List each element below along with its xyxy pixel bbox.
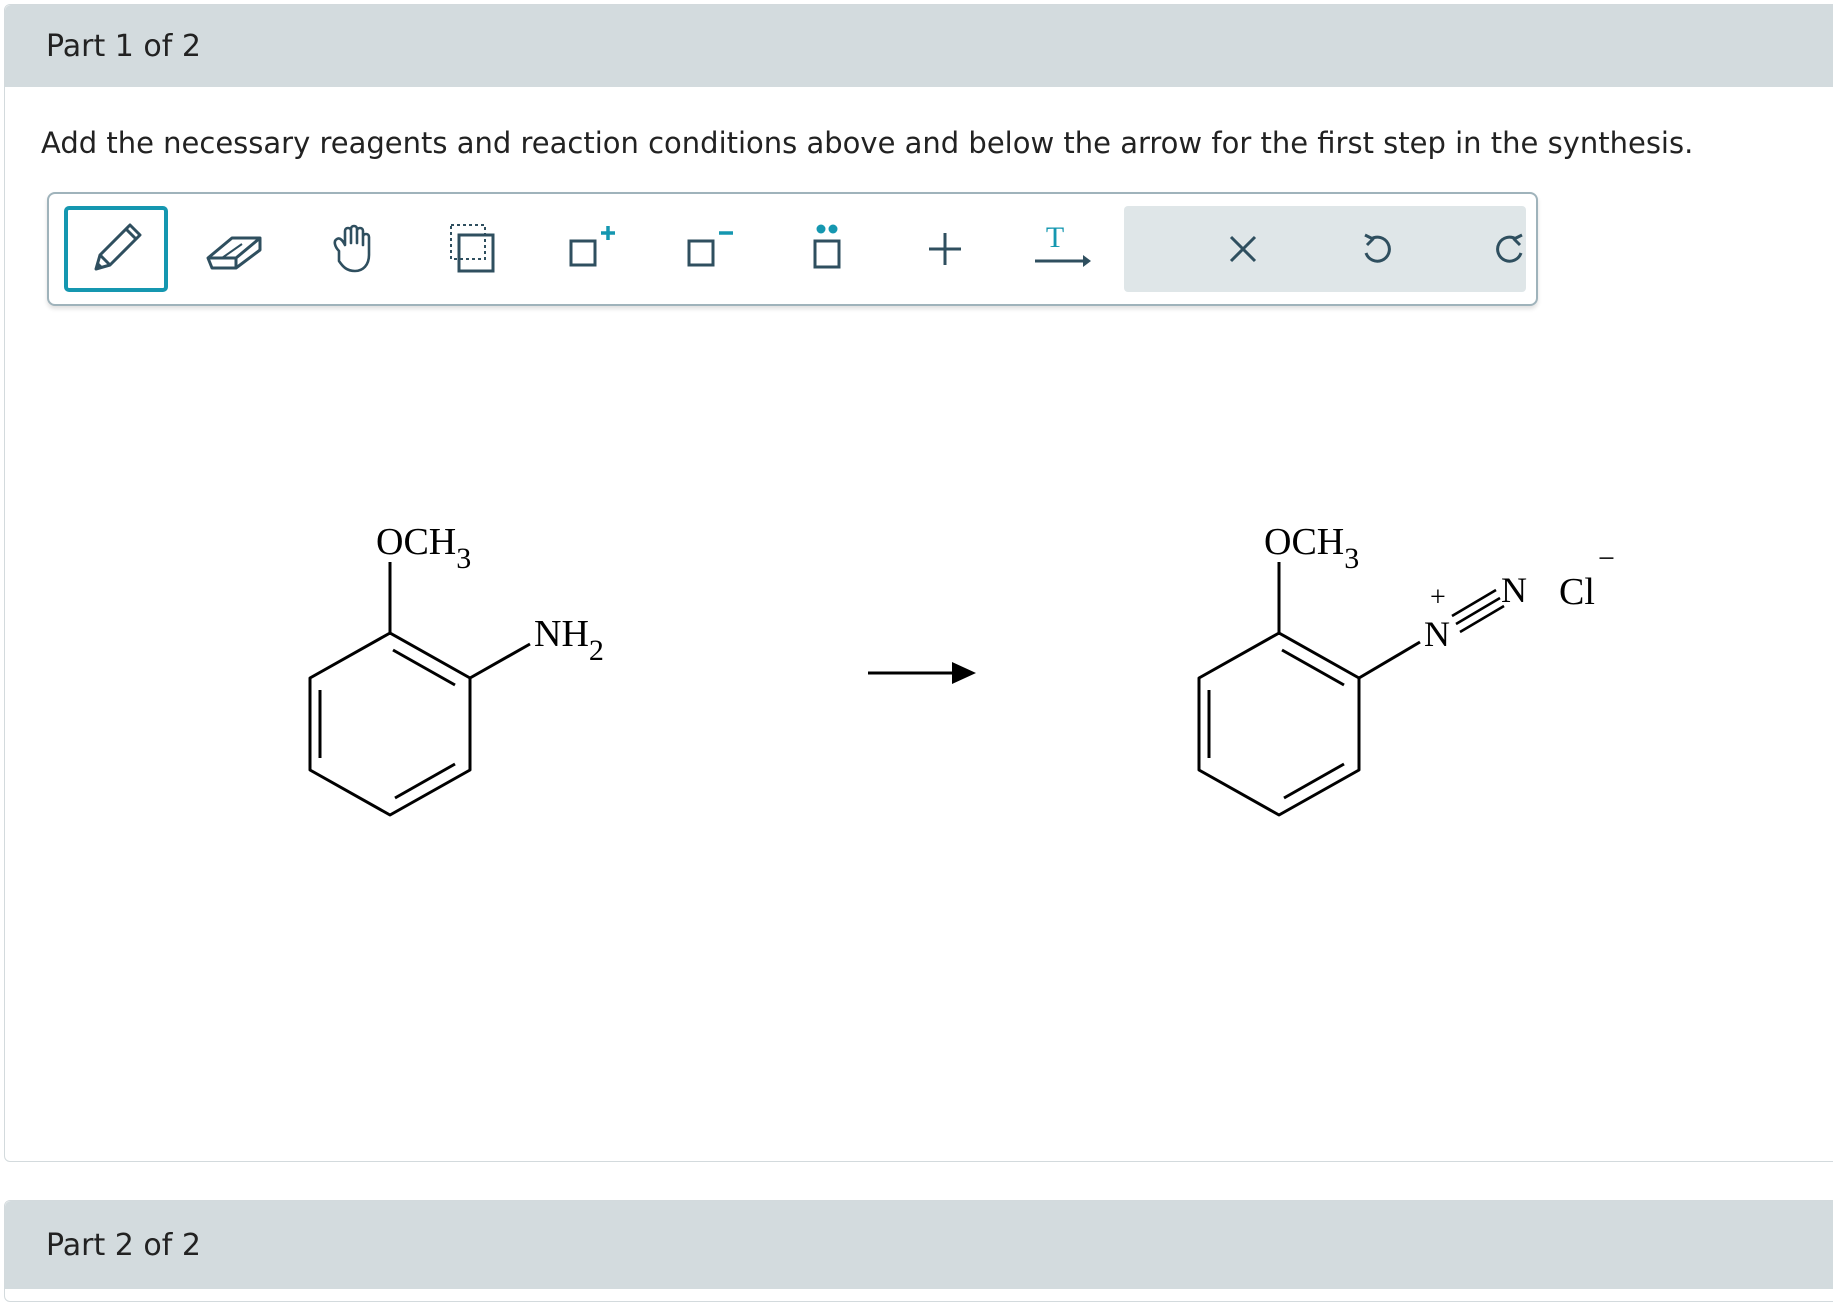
part-2-panel: Part 2 of 2 [4, 1200, 1833, 1302]
part-2-title: Part 2 of 2 [46, 1227, 201, 1263]
text-arrow-icon: T [1035, 221, 1091, 267]
minus-charge-icon [687, 231, 733, 267]
drawing-toolbar: T [47, 192, 1538, 306]
part-1-header: Part 1 of 2 [5, 5, 1833, 87]
reaction-conditions-tool-button[interactable]: T [1009, 208, 1113, 290]
selection-box-icon [450, 224, 495, 273]
close-icon [1229, 235, 1257, 263]
clear-button[interactable] [1191, 208, 1295, 290]
part-1-panel: Part 1 of 2 [4, 4, 1833, 1162]
redo-button[interactable] [1458, 208, 1562, 290]
positive-charge-tool-button[interactable] [539, 208, 643, 290]
eraser-icon [206, 236, 262, 270]
undo-button[interactable] [1325, 208, 1429, 290]
erase-tool-button[interactable] [182, 208, 286, 290]
move-tool-button[interactable] [301, 208, 405, 290]
draw-tool-button[interactable] [64, 206, 168, 292]
plus-charge-icon [569, 226, 615, 267]
negative-charge-tool-button[interactable] [657, 208, 761, 290]
add-reactant-tool-button[interactable] [893, 208, 997, 290]
undo-icon [1364, 233, 1391, 263]
part-1-title: Part 1 of 2 [46, 28, 201, 64]
lone-pair-tool-button[interactable] [775, 208, 879, 290]
pencil-icon [94, 223, 142, 271]
hand-icon [333, 224, 371, 273]
select-tool-button[interactable] [421, 208, 525, 290]
lone-pair-icon [813, 224, 841, 269]
redo-icon [1496, 233, 1523, 263]
part-2-header: Part 2 of 2 [5, 1201, 1833, 1289]
instructions-text: Add the necessary reagents and reaction … [41, 126, 1694, 160]
text-glyph: T [1046, 221, 1064, 254]
plus-icon [929, 233, 961, 265]
